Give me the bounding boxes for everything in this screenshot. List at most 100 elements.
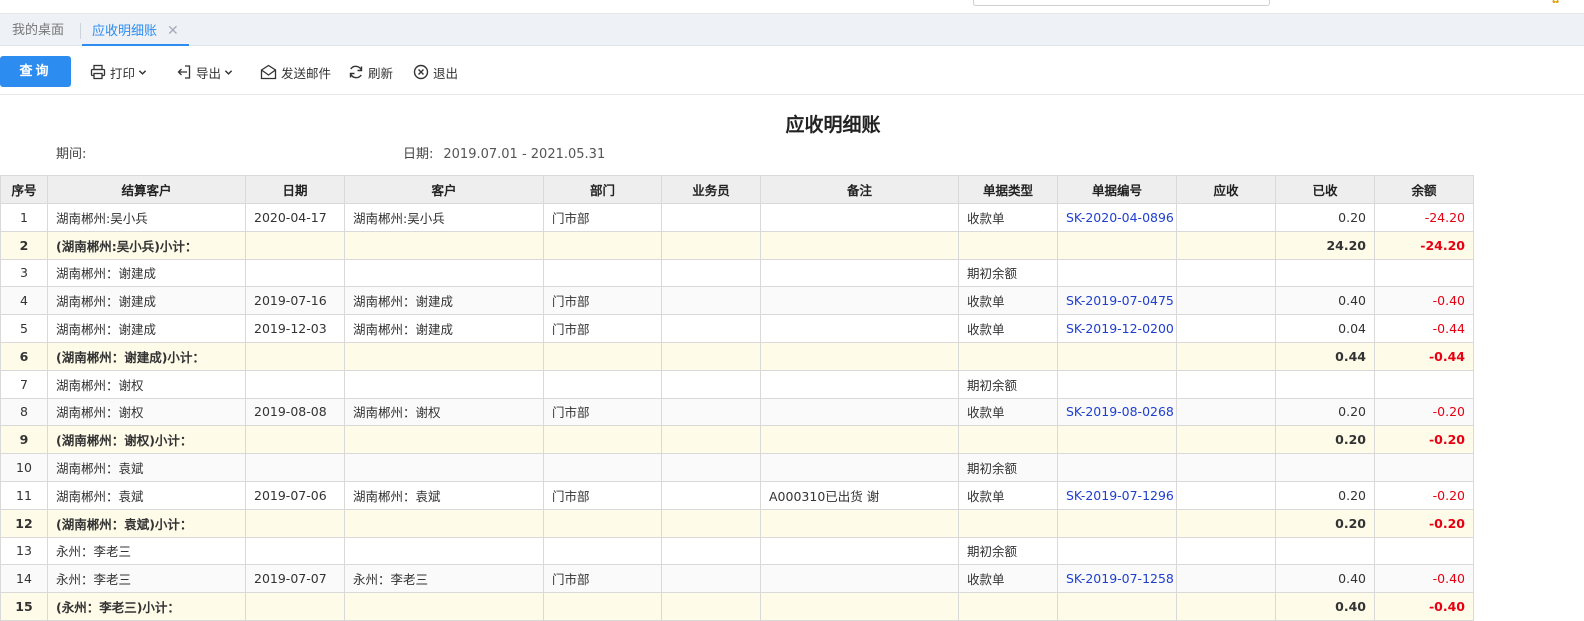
cell-doc-number[interactable] [1057, 341, 1177, 371]
col-header-remark[interactable]: 备注 [760, 175, 959, 204]
refresh-button[interactable]: 刷新 [348, 62, 393, 82]
cell-received: 0.20 [1275, 397, 1375, 427]
tab-receivable-detail[interactable]: 应收明细账 ✕ [82, 14, 189, 46]
subtotal-row[interactable]: 6 (湖南郴州：谢建成)小计： 0.44 -0.44 [0, 341, 1474, 371]
cell-settle-customer: 湖南郴州：谢建成 [47, 314, 246, 343]
col-header-settle-customer[interactable]: 结算客户 [47, 175, 246, 204]
table-row[interactable]: 8 湖南郴州：谢权 2019-08-08 湖南郴州：谢权 门市部 收款单 SK-2019-0… [0, 397, 1474, 427]
cell-received: 24.20 [1275, 230, 1375, 260]
cell-doc-number[interactable]: SK-2019-07-1258 [1057, 564, 1177, 594]
table-row[interactable]: 3 湖南郴州：谢建成 期初余额 [0, 258, 1474, 288]
table-row[interactable]: 13 永州：李老三 期初余额 [0, 536, 1474, 566]
cell-salesperson [661, 314, 761, 343]
cell-customer [344, 508, 544, 538]
col-header-doc-type[interactable]: 单据类型 [958, 175, 1058, 204]
cell-department [543, 230, 662, 260]
cell-remark [760, 564, 959, 594]
col-header-customer[interactable]: 客户 [344, 175, 544, 204]
cell-doc-type: 收款单 [958, 564, 1058, 594]
cell-doc-number[interactable] [1057, 453, 1177, 482]
cell-balance: -0.40 [1374, 286, 1474, 316]
col-header-department[interactable]: 部门 [543, 175, 662, 204]
cell-received: 0.20 [1275, 508, 1375, 538]
cell-remark [760, 369, 959, 399]
export-icon [177, 65, 191, 79]
cell-salesperson [661, 564, 761, 594]
cell-doc-number[interactable] [1057, 425, 1177, 455]
table-row[interactable]: 14 永州：李老三 2019-07-07 永州：李老三 门市部 收款单 SK-2019-07… [0, 564, 1474, 594]
cell-salesperson [661, 508, 761, 538]
cell-doc-type: 期初余额 [958, 453, 1058, 482]
cell-doc-type: 收款单 [958, 397, 1058, 427]
cell-customer [344, 536, 544, 566]
subtotal-row[interactable]: 9 (湖南郴州：谢权)小计： 0.20 -0.20 [0, 425, 1474, 455]
cell-customer [344, 230, 544, 260]
table-row[interactable]: 7 湖南郴州：谢权 期初余额 [0, 369, 1474, 399]
export-label: 导出 [196, 65, 222, 81]
top-search-field[interactable] [973, 0, 1270, 6]
table-row[interactable]: 4 湖南郴州：谢建成 2019-07-16 湖南郴州：谢建成 门市部 收款单 SK-2019… [0, 286, 1474, 316]
cell-date [245, 453, 345, 482]
subtotal-row[interactable]: 15 (永州：李老三)小计： 0.40 -0.40 [0, 592, 1474, 621]
cell-index: 3 [0, 258, 48, 288]
cell-doc-number[interactable]: SK-2019-12-0200 [1057, 314, 1177, 343]
exit-button[interactable]: 退出 [413, 62, 458, 82]
cell-doc-number[interactable]: SK-2019-07-1296 [1057, 480, 1177, 510]
cell-doc-number[interactable] [1057, 592, 1177, 621]
cell-doc-number[interactable] [1057, 369, 1177, 399]
cell-department [543, 508, 662, 538]
cell-salesperson [661, 425, 761, 455]
cell-doc-number[interactable] [1057, 508, 1177, 538]
col-header-salesperson[interactable]: 业务员 [661, 175, 761, 204]
tab-my-desktop[interactable]: 我的桌面 [2, 14, 74, 46]
cell-doc-type: 收款单 [958, 286, 1058, 316]
period-field: 期间: [56, 143, 96, 162]
table-header-row: 序号 结算客户 日期 客户 部门 业务员 备注 单据类型 单据编号 应收 已收 … [0, 175, 1474, 204]
cell-doc-number[interactable]: SK-2019-08-0268 [1057, 397, 1177, 427]
cell-doc-number[interactable] [1057, 536, 1177, 566]
cell-salesperson [661, 286, 761, 316]
cell-department [543, 341, 662, 371]
cell-date [245, 369, 345, 399]
cell-received [1275, 369, 1375, 399]
subtotal-row[interactable]: 12 (湖南郴州：袁斌)小计： 0.20 -0.20 [0, 508, 1474, 538]
close-icon[interactable]: ✕ [167, 14, 179, 48]
cell-doc-number[interactable] [1057, 258, 1177, 288]
cell-date [245, 425, 345, 455]
cell-customer: 湖南郴州:吴小兵 [344, 203, 544, 232]
cell-customer [344, 592, 544, 621]
cell-settle-customer: 湖南郴州：袁斌 [47, 453, 246, 482]
exit-label: 退出 [433, 65, 459, 81]
table-row[interactable]: 11 湖南郴州：袁斌 2019-07-06 湖南郴州：袁斌 门市部 A000310已出货 … [0, 480, 1474, 510]
cell-date: 2019-07-16 [245, 286, 345, 316]
print-button[interactable]: 打印 [90, 62, 151, 82]
col-header-doc-number[interactable]: 单据编号 [1057, 175, 1177, 204]
cell-index: 12 [0, 508, 48, 538]
cell-date: 2019-12-03 [245, 314, 345, 343]
col-header-balance[interactable]: 余额 [1374, 175, 1474, 204]
date-label: 日期: [403, 147, 434, 162]
col-header-index[interactable]: 序号 [0, 175, 48, 204]
table-row[interactable]: 5 湖南郴州：谢建成 2019-12-03 湖南郴州：谢建成 门市部 收款单 SK-2019… [0, 314, 1474, 343]
cell-doc-type: 收款单 [958, 480, 1058, 510]
cell-doc-number[interactable]: SK-2020-04-0896 [1057, 203, 1177, 232]
cell-index: 14 [0, 564, 48, 594]
table-row[interactable]: 10 湖南郴州：袁斌 期初余额 [0, 453, 1474, 482]
col-header-received[interactable]: 已收 [1275, 175, 1375, 204]
cell-remark [760, 203, 959, 232]
notification-icon[interactable]: ✿ [1551, 0, 1565, 6]
send-email-button[interactable]: 发送邮件 [260, 62, 331, 82]
table-row[interactable]: 1 湖南郴州:吴小兵 2020-04-17 湖南郴州:吴小兵 门市部 收款单 SK-2020… [0, 203, 1474, 232]
cell-doc-number[interactable] [1057, 230, 1177, 260]
cell-remark [760, 508, 959, 538]
col-header-receivable[interactable]: 应收 [1176, 175, 1276, 204]
report-title: 应收明细账 [785, 114, 881, 136]
export-button[interactable]: 导出 [176, 62, 237, 82]
query-button[interactable]: 查询 [0, 56, 71, 87]
cell-date [245, 536, 345, 566]
cell-doc-number[interactable]: SK-2019-07-0475 [1057, 286, 1177, 316]
subtotal-row[interactable]: 2 (湖南郴州:吴小兵)小计： 24.20 -24.20 [0, 230, 1474, 260]
col-header-date[interactable]: 日期 [245, 175, 345, 204]
cell-index: 11 [0, 480, 48, 510]
cell-department: 门市部 [543, 314, 662, 343]
